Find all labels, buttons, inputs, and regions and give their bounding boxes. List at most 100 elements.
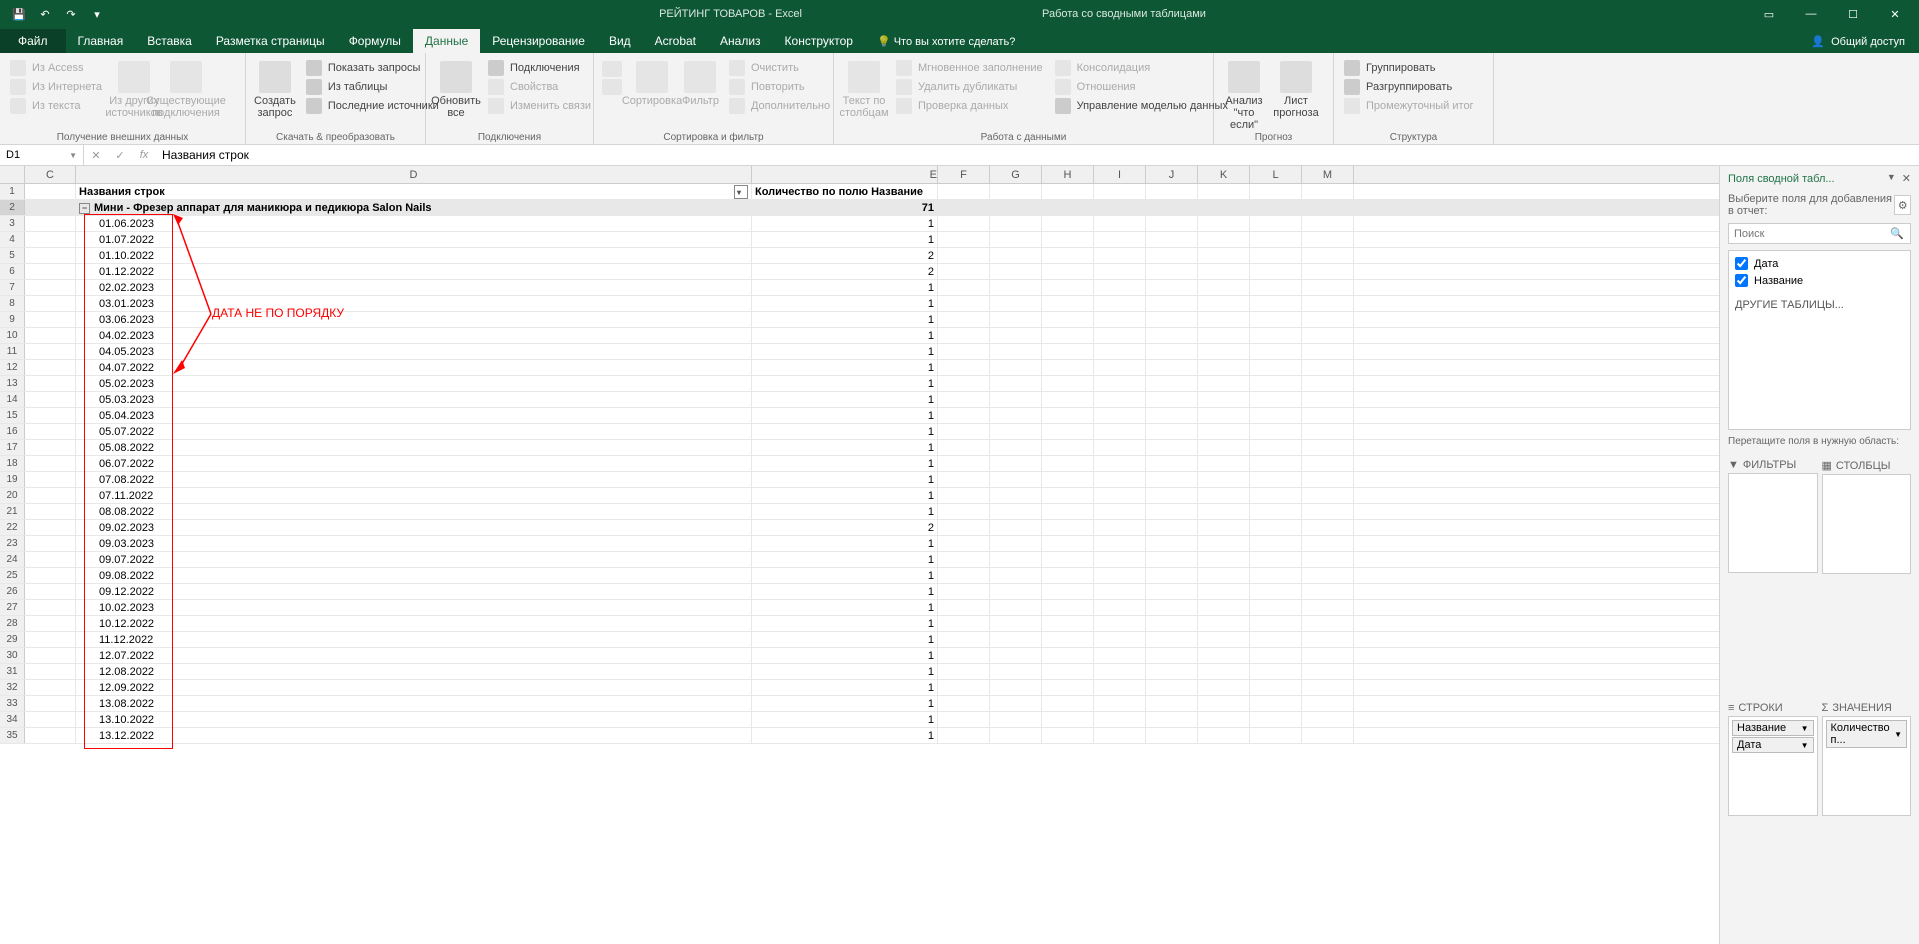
- cell[interactable]: [1302, 424, 1354, 439]
- cell[interactable]: 1: [752, 424, 938, 439]
- cell[interactable]: [990, 376, 1042, 391]
- cell[interactable]: [1094, 584, 1146, 599]
- grid-row[interactable]: 17 05.08.2022 1: [0, 440, 1719, 456]
- cell[interactable]: [938, 216, 990, 231]
- cell[interactable]: [1198, 232, 1250, 247]
- cell[interactable]: [25, 264, 76, 279]
- cell[interactable]: [1198, 568, 1250, 583]
- cell[interactable]: [1042, 248, 1094, 263]
- cell[interactable]: [1198, 344, 1250, 359]
- cell[interactable]: [1250, 712, 1302, 727]
- connections-button[interactable]: Подключения: [484, 59, 595, 77]
- cell[interactable]: [1302, 728, 1354, 743]
- grid-row[interactable]: 4 01.07.2022 1: [0, 232, 1719, 248]
- cell[interactable]: [1042, 520, 1094, 535]
- cell[interactable]: [1146, 424, 1198, 439]
- cell[interactable]: [1198, 328, 1250, 343]
- cell[interactable]: [1250, 408, 1302, 423]
- name-box[interactable]: D1▼: [0, 145, 84, 165]
- cell[interactable]: [1146, 600, 1198, 615]
- grid-row[interactable]: 33 13.08.2022 1: [0, 696, 1719, 712]
- cell[interactable]: [25, 712, 76, 727]
- row-header[interactable]: 32: [0, 680, 25, 695]
- cell[interactable]: [25, 216, 76, 231]
- cell[interactable]: [1146, 248, 1198, 263]
- cell[interactable]: [938, 424, 990, 439]
- cell[interactable]: [938, 408, 990, 423]
- row-header[interactable]: 18: [0, 456, 25, 471]
- field-item[interactable]: Дата: [1733, 255, 1906, 272]
- cell[interactable]: [1302, 200, 1354, 215]
- grid-row[interactable]: 14 05.03.2023 1: [0, 392, 1719, 408]
- cell[interactable]: [1302, 248, 1354, 263]
- cell[interactable]: 1: [752, 360, 938, 375]
- cell[interactable]: [1146, 664, 1198, 679]
- cell[interactable]: [1094, 456, 1146, 471]
- cell[interactable]: [938, 632, 990, 647]
- cell[interactable]: [1198, 712, 1250, 727]
- cell[interactable]: [1042, 696, 1094, 711]
- cell[interactable]: [1250, 376, 1302, 391]
- col-header[interactable]: I: [1094, 166, 1146, 183]
- grid-row[interactable]: 10 04.02.2023 1: [0, 328, 1719, 344]
- cell[interactable]: [1146, 472, 1198, 487]
- cell[interactable]: 1: [752, 616, 938, 631]
- row-header[interactable]: 11: [0, 344, 25, 359]
- cell[interactable]: [1146, 456, 1198, 471]
- value-field-tag[interactable]: Количество п...▼: [1826, 720, 1908, 748]
- cell[interactable]: [1250, 248, 1302, 263]
- cell[interactable]: [938, 584, 990, 599]
- col-header[interactable]: D: [76, 166, 752, 183]
- create-query-button[interactable]: Создать запрос: [252, 59, 298, 121]
- grid-row[interactable]: 23 09.03.2023 1: [0, 536, 1719, 552]
- cell[interactable]: [990, 344, 1042, 359]
- cell[interactable]: [938, 344, 990, 359]
- cell[interactable]: [990, 632, 1042, 647]
- grid-row[interactable]: 15 05.04.2023 1: [0, 408, 1719, 424]
- cell[interactable]: [938, 712, 990, 727]
- cell[interactable]: [1042, 552, 1094, 567]
- cell[interactable]: [1198, 248, 1250, 263]
- cell[interactable]: [938, 360, 990, 375]
- row-header[interactable]: 30: [0, 648, 25, 663]
- row-header[interactable]: 14: [0, 392, 25, 407]
- cell[interactable]: [1250, 392, 1302, 407]
- cell[interactable]: [1302, 632, 1354, 647]
- cell[interactable]: [1094, 600, 1146, 615]
- cell[interactable]: [25, 296, 76, 311]
- cell[interactable]: [1146, 504, 1198, 519]
- col-header[interactable]: M: [1302, 166, 1354, 183]
- cell[interactable]: [25, 536, 76, 551]
- cell[interactable]: [1042, 344, 1094, 359]
- values-area[interactable]: Количество п...▼: [1822, 716, 1912, 816]
- row-header[interactable]: 2: [0, 200, 25, 215]
- grid-row[interactable]: 19 07.08.2022 1: [0, 472, 1719, 488]
- cell[interactable]: 12.08.2022: [76, 664, 752, 679]
- cell[interactable]: [1146, 360, 1198, 375]
- cell[interactable]: [1094, 184, 1146, 199]
- cell[interactable]: [1198, 200, 1250, 215]
- cell[interactable]: [990, 712, 1042, 727]
- cell[interactable]: [1198, 616, 1250, 631]
- cell[interactable]: [990, 472, 1042, 487]
- row-header[interactable]: 22: [0, 520, 25, 535]
- cell[interactable]: [1250, 488, 1302, 503]
- cell[interactable]: [1094, 296, 1146, 311]
- grid-row[interactable]: 24 09.07.2022 1: [0, 552, 1719, 568]
- cell[interactable]: [25, 392, 76, 407]
- cell[interactable]: [1198, 504, 1250, 519]
- grid-row[interactable]: 3 01.06.2023 1: [0, 216, 1719, 232]
- cell[interactable]: [1250, 728, 1302, 743]
- col-header[interactable]: G: [990, 166, 1042, 183]
- cell[interactable]: [938, 440, 990, 455]
- cell[interactable]: [1302, 504, 1354, 519]
- cell[interactable]: [1042, 584, 1094, 599]
- cell[interactable]: [938, 664, 990, 679]
- cell[interactable]: [1302, 568, 1354, 583]
- cell[interactable]: [1198, 520, 1250, 535]
- cell[interactable]: [1094, 696, 1146, 711]
- cell[interactable]: [1198, 552, 1250, 567]
- cell[interactable]: [1042, 408, 1094, 423]
- field-search[interactable]: 🔍: [1728, 223, 1911, 244]
- cell[interactable]: [1094, 632, 1146, 647]
